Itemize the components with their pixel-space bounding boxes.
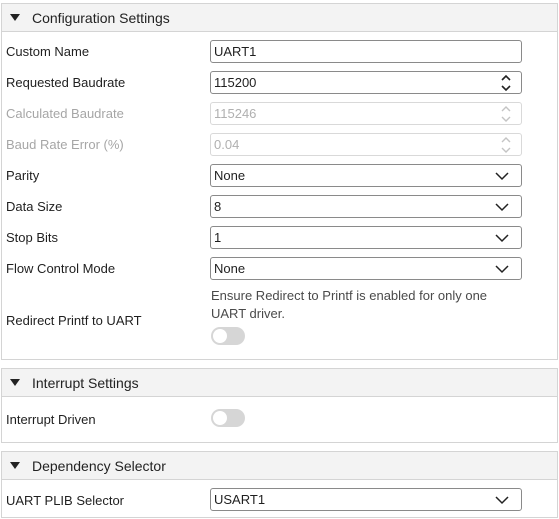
requested-baudrate-label: Requested Baudrate: [6, 75, 126, 90]
chevron-down-icon[interactable]: [495, 171, 509, 181]
interrupt-driven-row: Interrupt Driven: [2, 403, 557, 433]
toggle-knob: [213, 329, 227, 343]
flow-control-label: Flow Control Mode: [6, 261, 116, 276]
baud-rate-error-label: Baud Rate Error (%): [6, 137, 124, 152]
parity-select[interactable]: None: [210, 164, 522, 187]
requested-baudrate-input[interactable]: 115200: [210, 71, 522, 94]
uart-plib-row: UART PLIB Selector USART1: [2, 485, 557, 513]
chevron-down-icon[interactable]: [495, 202, 509, 212]
redirect-printf-help: Ensure Redirect to Printf is enabled for…: [211, 288, 488, 321]
stop-bits-row: Stop Bits 1: [2, 225, 557, 251]
requested-baudrate-row: Requested Baudrate 115200: [2, 70, 557, 96]
chevron-down-icon[interactable]: [495, 264, 509, 274]
parity-label: Parity: [6, 168, 40, 183]
stop-bits-value: 1: [214, 230, 222, 245]
flow-control-value: None: [214, 261, 246, 276]
calculated-baudrate-value: 115246: [214, 106, 257, 121]
interrupt-driven-label: Interrupt Driven: [6, 412, 96, 427]
spin-arrows-icon: [499, 103, 515, 124]
spin-arrows-icon[interactable]: [499, 72, 515, 93]
custom-name-label: Custom Name: [6, 44, 90, 59]
interrupt-settings-title: Interrupt Settings: [32, 374, 139, 391]
triangle-down-icon[interactable]: [10, 379, 20, 386]
flow-control-row: Flow Control Mode None: [2, 256, 557, 282]
spin-arrows-icon: [499, 134, 515, 155]
uart-plib-select[interactable]: USART1: [210, 488, 522, 511]
interrupt-settings-header[interactable]: Interrupt Settings: [2, 369, 557, 397]
dependency-selector-panel: Dependency Selector UART PLIB Selector U…: [1, 451, 558, 518]
parity-row: Parity None: [2, 163, 557, 189]
configuration-settings-header[interactable]: Configuration Settings: [2, 4, 557, 32]
flow-control-select[interactable]: None: [210, 257, 522, 280]
requested-baudrate-value: 115200: [214, 75, 257, 90]
calculated-baudrate-label: Calculated Baudrate: [6, 106, 124, 121]
dependency-selector-title: Dependency Selector: [32, 457, 166, 474]
parity-value: None: [214, 168, 246, 183]
calculated-baudrate-row: Calculated Baudrate 115246: [2, 101, 557, 127]
data-size-value: 8: [214, 199, 222, 214]
data-size-select[interactable]: 8: [210, 195, 522, 218]
custom-name-value: UART1: [214, 44, 257, 59]
baud-rate-error-value: 0.04: [214, 137, 240, 152]
data-size-row: Data Size 8: [2, 194, 557, 220]
dependency-selector-header[interactable]: Dependency Selector: [2, 452, 557, 480]
uart-plib-label: UART PLIB Selector: [6, 493, 125, 508]
stop-bits-label: Stop Bits: [6, 230, 59, 245]
interrupt-settings-panel: Interrupt Settings Interrupt Driven: [1, 368, 558, 443]
baud-rate-error-row: Baud Rate Error (%) 0.04: [2, 132, 557, 158]
redirect-printf-row: Ensure Redirect to Printf is enabled for…: [2, 287, 557, 357]
uart-plib-value: USART1: [214, 492, 266, 507]
redirect-printf-toggle[interactable]: [211, 327, 245, 345]
calculated-baudrate-input: 115246: [210, 102, 522, 125]
configuration-settings-panel: Configuration Settings Custom Name UART1…: [1, 3, 558, 360]
custom-name-input[interactable]: UART1: [210, 40, 522, 63]
interrupt-driven-toggle[interactable]: [211, 409, 245, 427]
configuration-settings-title: Configuration Settings: [32, 9, 170, 26]
stop-bits-select[interactable]: 1: [210, 226, 522, 249]
baud-rate-error-input: 0.04: [210, 133, 522, 156]
chevron-down-icon[interactable]: [495, 495, 509, 505]
triangle-down-icon[interactable]: [10, 14, 20, 21]
data-size-label: Data Size: [6, 199, 63, 214]
chevron-down-icon[interactable]: [495, 233, 509, 243]
redirect-printf-label: Redirect Printf to UART: [6, 313, 142, 328]
triangle-down-icon[interactable]: [10, 462, 20, 469]
custom-name-row: Custom Name UART1: [2, 39, 557, 65]
toggle-knob: [213, 411, 227, 425]
